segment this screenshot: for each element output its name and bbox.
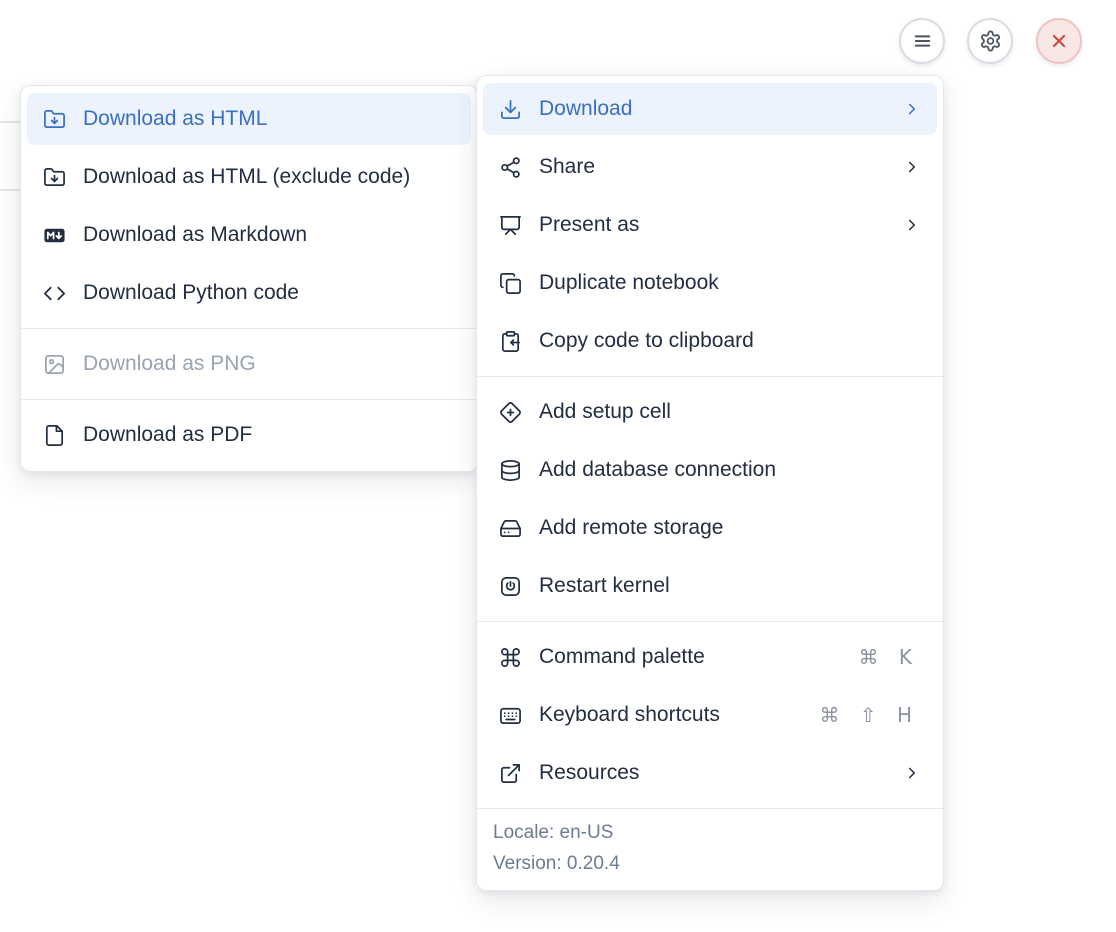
menu-item-label: Download as PNG [83,352,256,376]
external-link-icon [499,762,522,785]
menu-button[interactable] [899,18,945,64]
settings-button[interactable] [967,18,1013,64]
folder-down-icon [43,166,66,189]
chevron-right-icon [903,158,921,176]
folder-down-icon [43,108,66,131]
chevron-right-icon [903,764,921,782]
menu-item-label: Present as [539,213,639,237]
chevron-right-icon [903,100,921,118]
menu-item-add-setup-cell[interactable]: Add setup cell [483,386,937,438]
menu-item-label: Download as Markdown [83,223,307,247]
background-divider-line [0,121,21,123]
menu-item-label: Share [539,155,595,179]
menu-item-command-palette[interactable]: Command palette ⌘ K [483,631,937,683]
menu-item-share[interactable]: Share [483,141,937,193]
file-icon [43,424,66,447]
app-screen: Download as HTML Download as HTML (exclu… [0,0,1116,932]
menu-item-label: Download as HTML (exclude code) [83,165,410,189]
diamond-plus-icon [499,401,522,424]
menu-item-download-as-html-exclude-code[interactable]: Download as HTML (exclude code) [27,151,471,203]
menu-item-label: Add remote storage [539,516,723,540]
menu-item-keyboard-shortcuts[interactable]: Keyboard shortcuts ⌘ ⇧ H [483,689,937,741]
hamburger-icon [911,30,934,53]
close-icon [1048,30,1071,53]
download-icon [499,98,522,121]
keyboard-icon [499,704,522,727]
menu-item-label: Download as PDF [83,423,252,447]
menu-item-label: Download Python code [83,281,299,305]
menu-item-download-as-png[interactable]: Download as PNG [27,338,471,390]
menu-item-add-remote-storage[interactable]: Add remote storage [483,502,937,554]
menu-item-download-python-code[interactable]: Download Python code [27,267,471,319]
menu-item-label: Duplicate notebook [539,271,719,295]
close-button[interactable] [1036,18,1082,64]
menu-item-label: Keyboard shortcuts [539,703,720,727]
menu-item-download-as-markdown[interactable]: Download as Markdown [27,209,471,261]
background-divider-line [0,189,21,191]
menu-separator [477,621,943,622]
download-submenu: Download as HTML Download as HTML (exclu… [20,85,478,472]
power-icon [499,575,522,598]
menu-item-download-as-pdf[interactable]: Download as PDF [27,409,471,461]
menu-item-label: Download as HTML [83,107,267,131]
code-icon [43,282,66,305]
menu-item-label: Restart kernel [539,574,670,598]
notebook-menu: Download Share Present as [476,75,944,891]
menu-item-duplicate-notebook[interactable]: Duplicate notebook [483,257,937,309]
menu-item-label: Command palette [539,645,705,669]
menu-item-copy-code-to-clipboard[interactable]: Copy code to clipboard [483,315,937,367]
locale-text: Locale: en-US [493,822,927,844]
shortcut-label: ⌘ ⇧ H [819,703,919,727]
shortcut-label: ⌘ K [859,645,919,669]
command-icon [499,646,522,669]
chevron-right-icon [903,216,921,234]
menu-item-label: Resources [539,761,639,785]
menu-item-add-database-connection[interactable]: Add database connection [483,444,937,496]
menu-item-label: Download [539,97,632,121]
copy-icon [499,272,522,295]
hard-drive-icon [499,517,522,540]
menu-separator [21,328,477,329]
menu-item-label: Add setup cell [539,400,671,424]
presentation-icon [499,214,522,237]
menu-item-resources[interactable]: Resources [483,747,937,799]
menu-item-download[interactable]: Download [483,83,937,135]
menu-item-label: Add database connection [539,458,776,482]
share-icon [499,156,522,179]
menu-item-restart-kernel[interactable]: Restart kernel [483,560,937,612]
menu-item-download-as-html[interactable]: Download as HTML [27,93,471,145]
gear-icon [979,30,1002,53]
database-icon [499,459,522,482]
menu-separator [21,399,477,400]
version-text: Version: 0.20.4 [493,853,927,875]
menu-item-label: Copy code to clipboard [539,329,754,353]
menu-separator [477,376,943,377]
markdown-download-icon [43,224,66,247]
clipboard-copy-icon [499,330,522,353]
menu-item-present-as[interactable]: Present as [483,199,937,251]
menu-footer: Locale: en-US Version: 0.20.4 [477,808,943,890]
image-icon [43,353,66,376]
